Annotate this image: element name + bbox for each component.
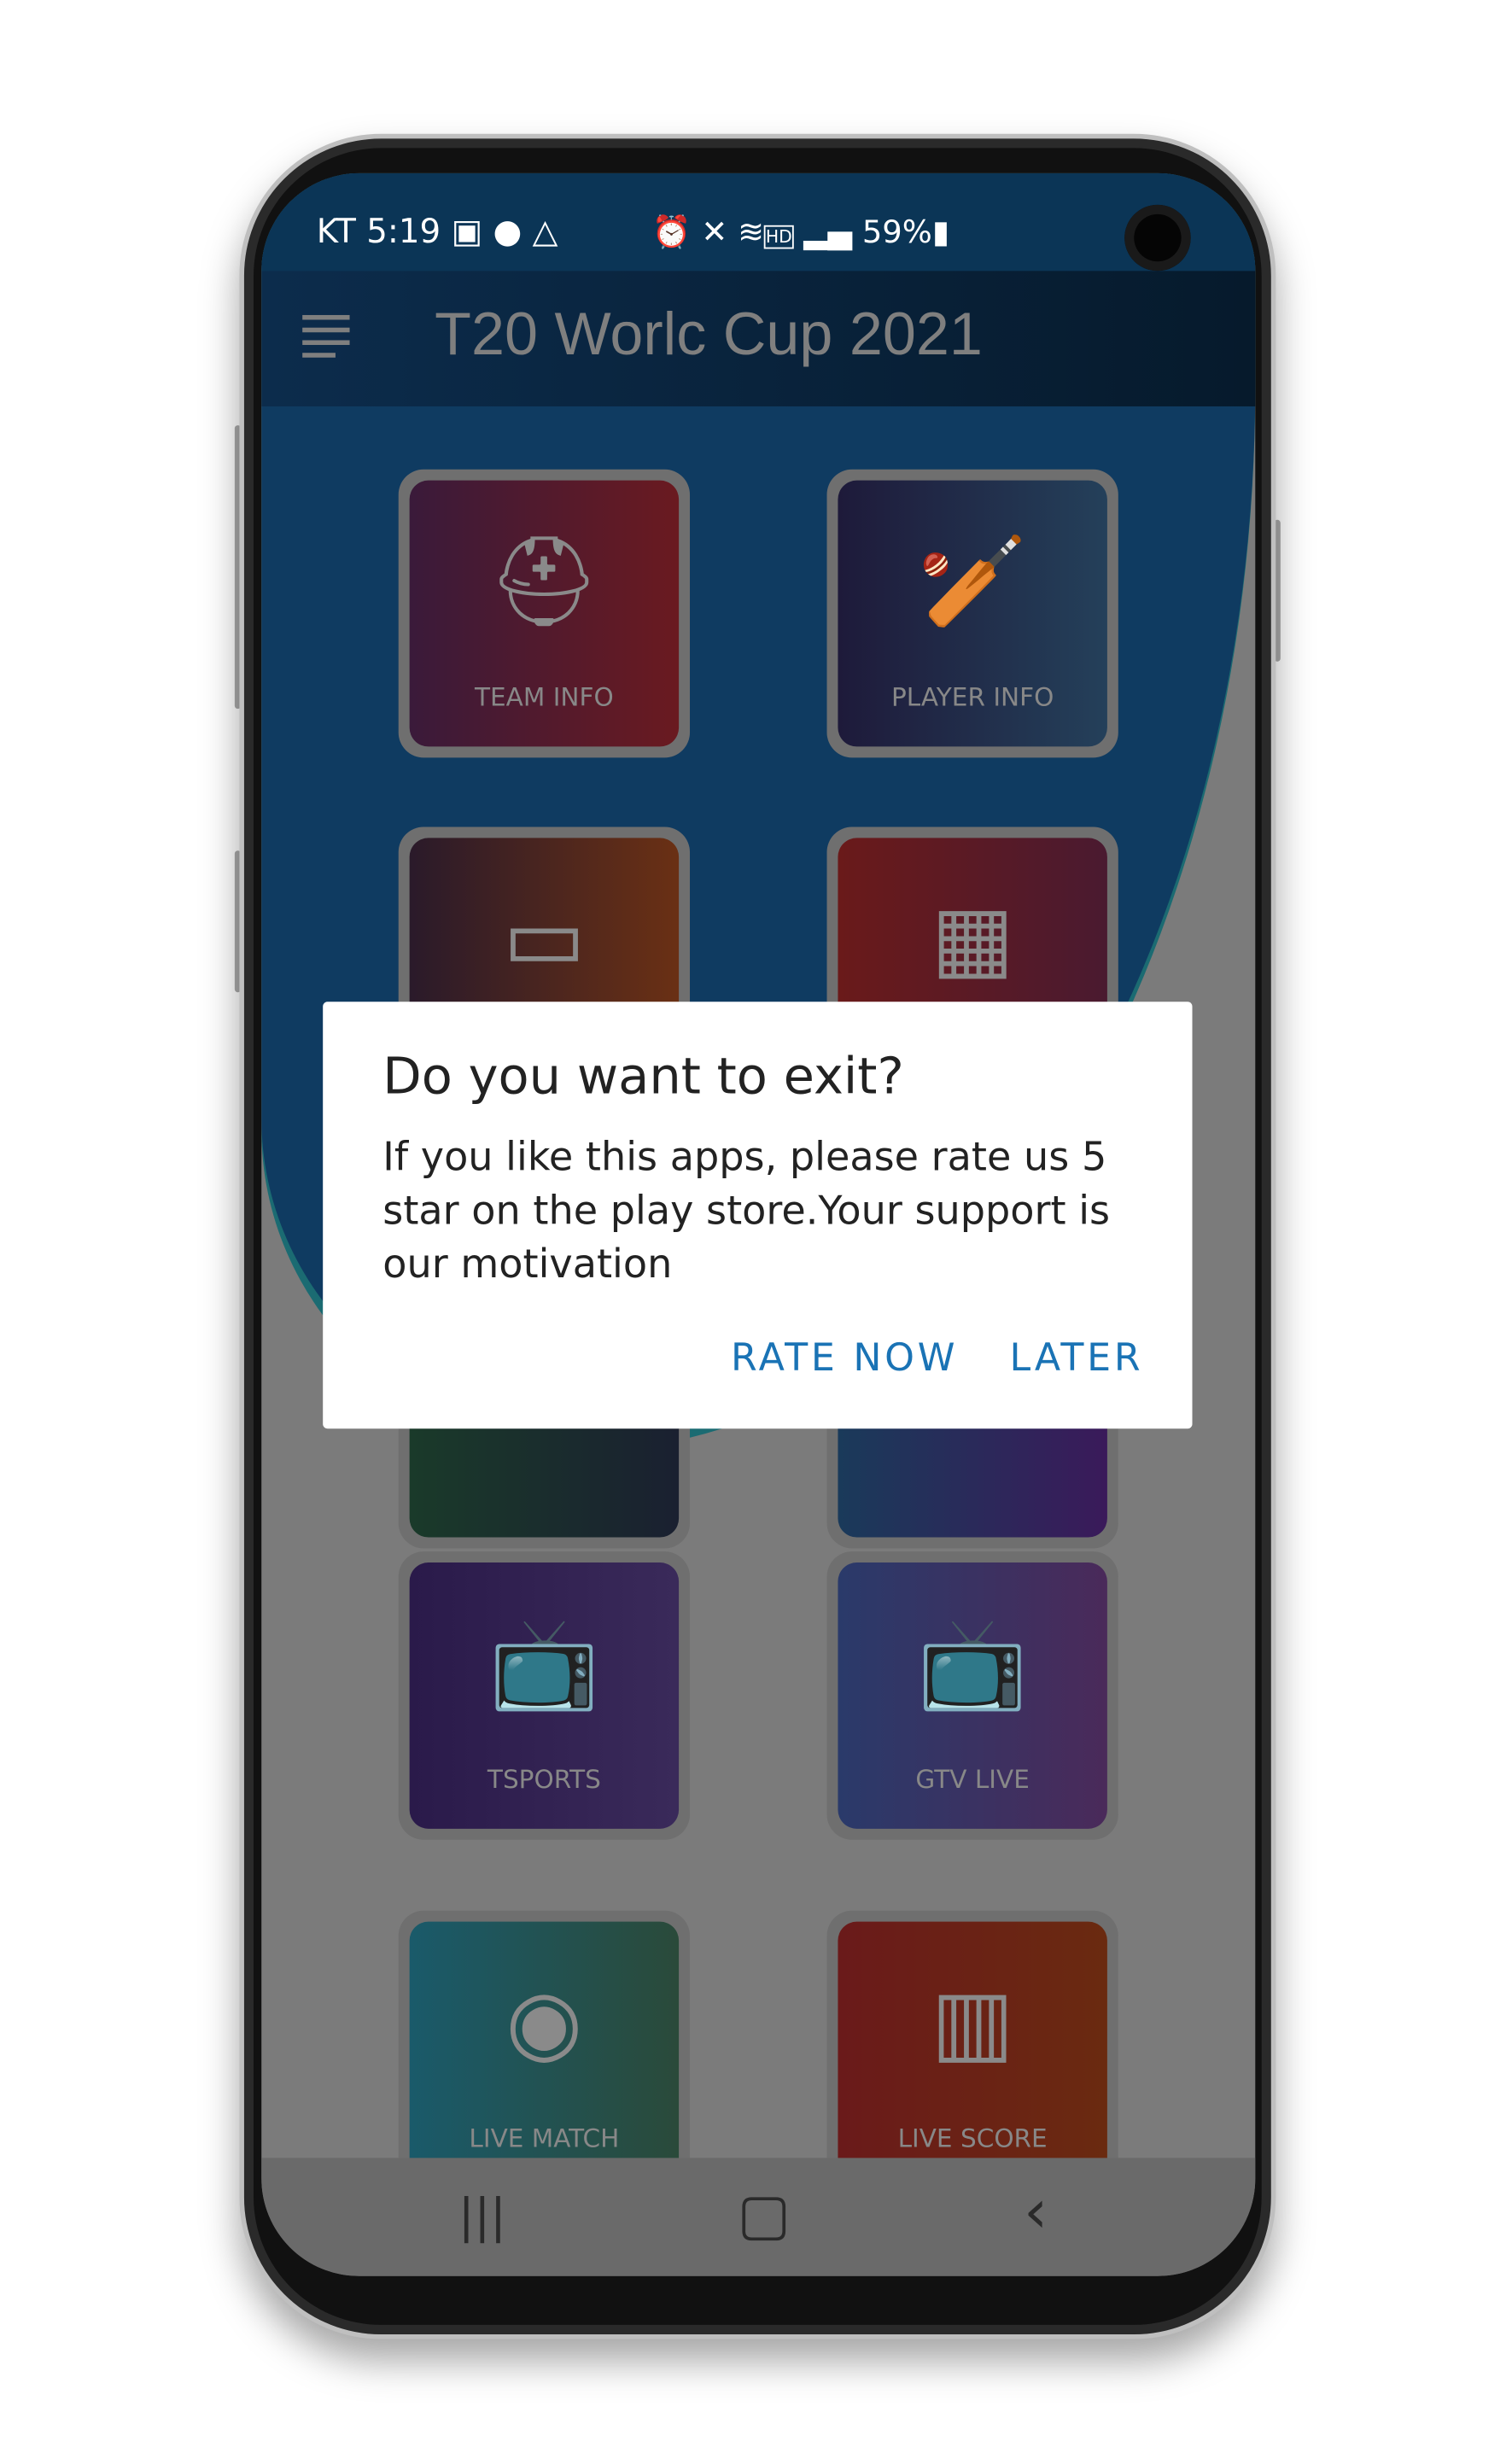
batsman-icon: 🏏	[917, 531, 1028, 634]
tile-player-info[interactable]: 🏏 PLAYER INFO	[826, 469, 1118, 758]
tile-label: GTV LIVE	[915, 1764, 1030, 1795]
image-icon: ▣	[451, 213, 483, 251]
live-broadcast-icon: ◉	[505, 1971, 583, 2075]
battery-icon: ▮	[931, 213, 950, 251]
drive-icon: △	[532, 213, 558, 251]
status-left: KT 5:19 ▣ ● △	[317, 213, 558, 250]
hd-icon: HD	[764, 225, 794, 249]
status-bar: KT 5:19 ▣ ● △ ⏰ ✕ ≋ HD ▂▄ 59%▮	[261, 172, 1256, 272]
tile-live-match[interactable]: ◉ LIVE MATCH	[398, 1910, 691, 2199]
tile-tsports[interactable]: 📺 TSPORTS	[398, 1551, 691, 1840]
signal-icon: ▂▄	[803, 213, 853, 251]
app-bar: T20 Worlc Cup 2021	[261, 271, 1256, 406]
exit-dialog: Do you want to exit? If you like this ap…	[323, 1002, 1193, 1429]
front-camera	[1124, 204, 1191, 272]
recents-button[interactable]: |||	[458, 2189, 506, 2245]
tile-body: ◉ LIVE MATCH	[409, 1921, 680, 2188]
alarm-icon: ⏰	[651, 213, 692, 251]
tile-label: TEAM INFO	[475, 681, 614, 712]
app-title: T20 Worlc Cup 2021	[435, 302, 983, 369]
bulb-icon: ●	[493, 213, 522, 251]
live-tv-icon: 📺	[917, 1613, 1028, 1716]
tile-body: 📺 GTV LIVE	[838, 1562, 1107, 1829]
tile-label: PLAYER INFO	[890, 681, 1054, 712]
later-button[interactable]: LATER	[1010, 1335, 1144, 1380]
cricket-kit-icon: ▥	[931, 1971, 1014, 2075]
tile-label: TSPORTS	[487, 1764, 601, 1795]
calendar-icon: ▦	[931, 887, 1014, 990]
tile-body: 🏏 PLAYER INFO	[838, 480, 1107, 747]
home-button[interactable]: ▢	[737, 2183, 791, 2248]
tile-body: ▥ LIVE SCORE	[838, 1921, 1107, 2188]
tile-live-score[interactable]: ▥ LIVE SCORE	[826, 1910, 1118, 2199]
cricketer-helmet-icon: ⛑	[487, 531, 600, 634]
tile-label: LIVE SCORE	[897, 2123, 1048, 2153]
live-tv-icon: 📺	[489, 1613, 599, 1716]
tile-label: LIVE MATCH	[469, 2123, 620, 2153]
carrier: KT	[316, 213, 356, 251]
nav-bar: ||| ▢ ‹	[261, 2158, 1256, 2276]
stage: KT 5:19 ▣ ● △ ⏰ ✕ ≋ HD ▂▄ 59%▮ T20 Worlc …	[0, 0, 1512, 2459]
tile-body: ⛑ TEAM INFO	[409, 480, 680, 747]
clock: 5:19	[366, 213, 441, 251]
rate-now-button[interactable]: RATE NOW	[731, 1335, 958, 1380]
tile-gtv-live[interactable]: 📺 GTV LIVE	[826, 1551, 1118, 1840]
wifi-icon: ≋	[738, 213, 765, 251]
mute-icon: ✕	[701, 213, 728, 251]
battery-percent: 59%	[861, 213, 932, 251]
status-right: ⏰ ✕ ≋ HD ▂▄ 59%▮	[652, 213, 949, 250]
back-button[interactable]: ‹	[1024, 2177, 1048, 2246]
dialog-message: If you like this apps, please rate us 5 …	[382, 1134, 1111, 1288]
tile-team-info[interactable]: ⛑ TEAM INFO	[398, 469, 691, 758]
scoreboard-icon: ▭	[502, 887, 587, 990]
hamburger-icon[interactable]	[302, 314, 350, 365]
dialog-title: Do you want to exit?	[382, 1045, 904, 1107]
tile-body: 📺 TSPORTS	[409, 1562, 680, 1829]
